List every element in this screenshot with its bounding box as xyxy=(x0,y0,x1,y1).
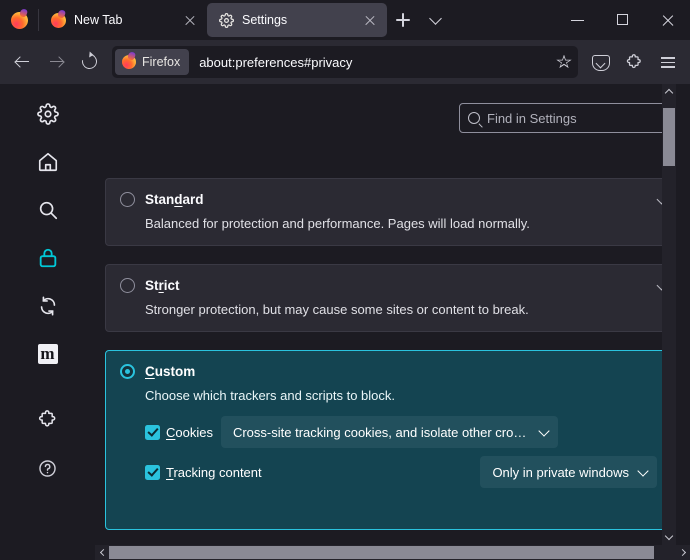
bookmark-star-icon[interactable] xyxy=(556,54,572,69)
option-title: Strict xyxy=(145,278,180,293)
chevron-down-icon xyxy=(637,464,649,477)
section-heading-clipped xyxy=(200,84,676,89)
radio-strict[interactable] xyxy=(120,278,135,293)
checkbox-tracking-content[interactable] xyxy=(145,464,160,480)
option-title: Standard xyxy=(145,192,204,207)
tracking-content-dropdown[interactable]: Only in private windows xyxy=(480,456,657,488)
horizontal-scrollbar[interactable] xyxy=(95,545,690,560)
firefox-icon xyxy=(122,55,136,69)
sidebar-item-help[interactable] xyxy=(24,444,72,492)
option-description: Choose which trackers and scripts to blo… xyxy=(145,388,395,403)
option-title: Custom xyxy=(145,364,196,379)
maximize-button[interactable] xyxy=(600,0,645,40)
radio-standard[interactable] xyxy=(120,192,135,207)
option-header: Custom xyxy=(106,351,676,379)
firefox-logo-icon xyxy=(10,11,28,29)
option-header: Standard xyxy=(106,179,676,207)
vertical-scrollbar-thumb[interactable] xyxy=(663,108,675,166)
custom-control-cookies: Cookies Cross-site tracking cookies, and… xyxy=(106,412,676,452)
window-controls xyxy=(555,0,690,40)
option-strict[interactable]: Strict Stronger protection, but may caus… xyxy=(105,264,676,332)
hamburger-menu-icon[interactable] xyxy=(652,46,684,78)
tab-settings[interactable]: Settings xyxy=(207,3,387,37)
extensions-icon[interactable] xyxy=(618,46,650,78)
firefox-window: New Tab Settings Firefox about:preferenc… xyxy=(0,0,690,560)
tab-title: Settings xyxy=(242,13,288,27)
sidebar-item-general[interactable] xyxy=(24,90,72,138)
identity-label: Firefox xyxy=(142,55,181,69)
sidebar-item-extensions[interactable] xyxy=(24,396,72,444)
url-bar[interactable]: Firefox about:preferences#privacy xyxy=(112,46,578,78)
vertical-scrollbar[interactable] xyxy=(662,84,676,545)
settings-content: m Find in Settings Standard Balanced for… xyxy=(0,84,690,560)
back-button[interactable] xyxy=(6,46,38,78)
firefox-app-button[interactable] xyxy=(0,1,38,39)
sidebar-item-search[interactable] xyxy=(24,186,72,234)
scroll-down-button[interactable] xyxy=(662,529,676,545)
radio-custom[interactable] xyxy=(120,364,135,379)
option-description: Balanced for protection and performance.… xyxy=(145,216,530,231)
scroll-right-button[interactable] xyxy=(676,545,690,560)
firefox-icon xyxy=(50,12,66,28)
pocket-icon[interactable] xyxy=(584,46,616,78)
new-tab-button[interactable] xyxy=(387,4,419,36)
option-description: Stronger protection, but may cause some … xyxy=(145,302,529,317)
horizontal-scrollbar-thumb[interactable] xyxy=(109,546,654,559)
minimize-button[interactable] xyxy=(555,0,600,40)
option-standard[interactable]: Standard Balanced for protection and per… xyxy=(105,178,676,246)
forward-button[interactable] xyxy=(40,46,72,78)
search-icon xyxy=(468,112,480,124)
search-placeholder: Find in Settings xyxy=(487,110,577,126)
find-in-settings: Find in Settings xyxy=(459,103,676,133)
cookies-dropdown-value: Cross-site tracking cookies, and isolate… xyxy=(232,424,530,440)
tab-new-tab[interactable]: New Tab xyxy=(39,3,207,37)
chevron-down-icon xyxy=(538,424,550,437)
close-icon[interactable] xyxy=(181,11,199,29)
identity-chip[interactable]: Firefox xyxy=(115,49,190,75)
close-window-button[interactable] xyxy=(645,0,690,40)
sidebar-item-sync[interactable] xyxy=(24,282,72,330)
option-custom[interactable]: Custom Choose which trackers and scripts… xyxy=(105,350,676,530)
scroll-up-button[interactable] xyxy=(662,84,676,100)
sidebar-item-privacy-security[interactable] xyxy=(24,234,72,282)
sidebar-item-mozilla-account[interactable]: m xyxy=(24,330,72,378)
custom-control-tracking-content: Tracking content Only in private windows xyxy=(106,452,676,492)
tab-strip: New Tab Settings xyxy=(0,0,690,40)
option-header: Strict xyxy=(106,265,676,293)
search-input[interactable]: Find in Settings xyxy=(459,103,676,133)
tracking-content-dropdown-value: Only in private windows xyxy=(492,464,629,480)
cookies-dropdown[interactable]: Cross-site tracking cookies, and isolate… xyxy=(220,416,558,448)
tracking-content-label: Tracking content xyxy=(166,464,262,480)
scroll-left-button[interactable] xyxy=(95,545,109,560)
checkbox-cookies[interactable] xyxy=(145,424,160,440)
cookies-label: Cookies xyxy=(166,424,213,440)
chevron-down-icon[interactable] xyxy=(419,4,451,36)
settings-pane: Find in Settings Standard Balanced for p… xyxy=(95,84,676,545)
close-icon[interactable] xyxy=(361,11,379,29)
sidebar-item-home[interactable] xyxy=(24,138,72,186)
settings-sidebar: m xyxy=(0,84,95,560)
gear-icon xyxy=(218,12,234,28)
reload-button[interactable] xyxy=(74,46,106,78)
tab-title: New Tab xyxy=(74,13,123,27)
url-text: about:preferences#privacy xyxy=(199,54,353,70)
navigation-toolbar: Firefox about:preferences#privacy xyxy=(0,40,690,84)
